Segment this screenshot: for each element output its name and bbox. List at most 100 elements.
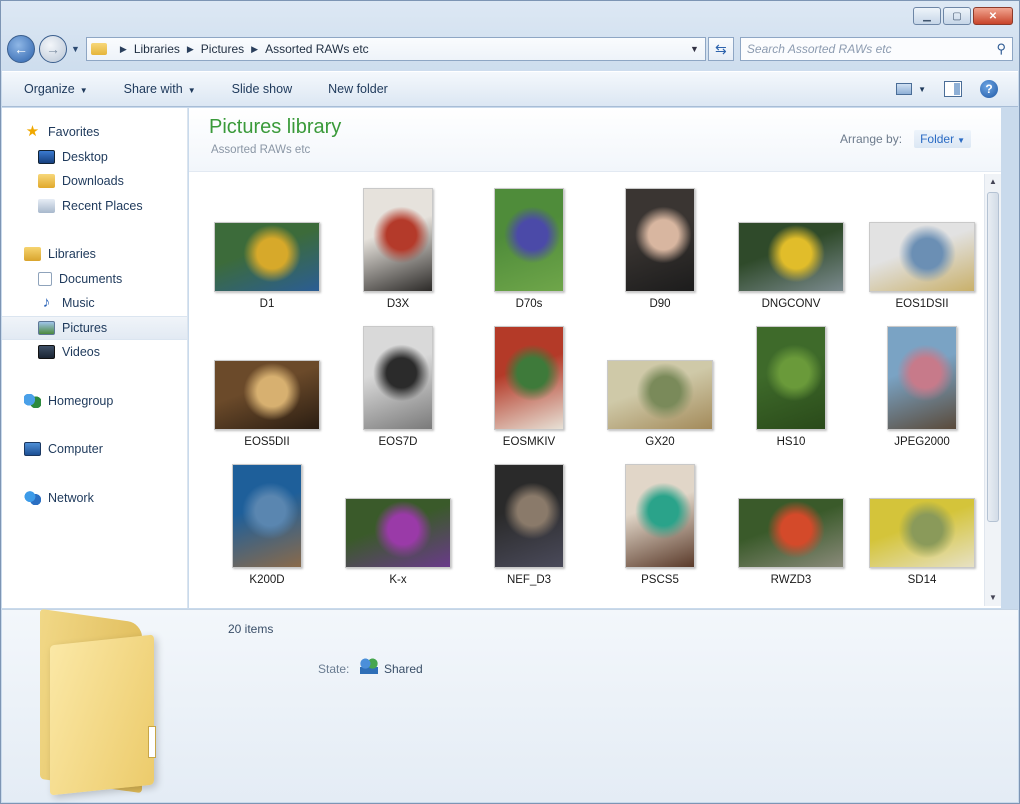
nav-recent-places[interactable]: Recent Places — [2, 194, 187, 219]
recent-pages-dropdown[interactable]: ▼ — [71, 44, 80, 54]
close-button[interactable]: ✕ — [973, 7, 1013, 25]
breadcrumb-libraries[interactable]: Libraries — [134, 42, 180, 56]
chevron-right-icon[interactable]: ▶ — [251, 44, 258, 55]
nav-pictures[interactable]: Pictures — [2, 315, 187, 340]
search-input[interactable]: Search Assorted RAWs etc ⚲ — [739, 37, 1013, 61]
refresh-button[interactable]: ⇆ — [707, 37, 734, 61]
thumbnail-label: EOS7D — [378, 436, 418, 448]
thumbnail-item[interactable]: JPEG2000 — [862, 318, 982, 448]
thumbnail-item[interactable]: D3X — [338, 180, 458, 310]
nav-desktop[interactable]: Desktop — [2, 145, 187, 170]
thumbnail-label: SD14 — [907, 574, 937, 586]
share-with-label: Share with — [123, 82, 183, 96]
nav-computer[interactable]: Computer — [2, 437, 187, 462]
thumbnail-label: D70s — [515, 298, 543, 310]
maximize-button[interactable]: ▢ — [943, 7, 971, 25]
thumbnail-item[interactable]: D1 — [207, 180, 327, 310]
chevron-down-icon: ▼ — [187, 86, 196, 95]
thumbnail-item[interactable]: K200D — [207, 456, 327, 586]
vertical-scrollbar[interactable]: ▲ ▼ — [984, 174, 1001, 606]
share-with-menu[interactable]: Share with ▼ — [124, 82, 196, 96]
preview-pane-icon[interactable] — [944, 81, 962, 97]
organize-label: Organize — [24, 82, 75, 96]
arrange-by-label: Arrange by: — [840, 132, 903, 146]
network-icon — [24, 490, 41, 505]
music-icon: ♪ — [42, 294, 51, 312]
thumbnail-label: EOS5DII — [244, 436, 290, 448]
arrange-by-dropdown[interactable]: Folder ▼ — [914, 130, 971, 148]
chevron-down-icon: ▼ — [957, 136, 965, 145]
arrange-by-value: Folder — [920, 132, 955, 146]
command-bar: Organize ▼ Share with ▼ Slide show New fol… — [2, 71, 1018, 107]
nav-label: Favorites — [48, 125, 100, 140]
thumbnail-item[interactable]: D90 — [600, 180, 720, 310]
thumbnail-label: HS10 — [776, 436, 806, 448]
thumbnail-item[interactable]: K-x — [338, 456, 458, 586]
nav-videos[interactable]: Videos — [2, 340, 187, 365]
thumbnail-item[interactable]: D70s — [469, 180, 589, 310]
minimize-button[interactable]: ▁ — [913, 7, 941, 25]
nav-label: Homegroup — [48, 393, 114, 408]
scrollbar-thumb[interactable] — [987, 192, 999, 522]
slide-show-button[interactable]: Slide show — [232, 82, 292, 96]
back-button[interactable]: ← — [7, 35, 35, 63]
help-icon[interactable]: ? — [980, 80, 998, 98]
state-value: Shared — [384, 662, 423, 676]
photo-thumbnail — [738, 498, 844, 568]
thumbnail-item[interactable]: EOS1DSII — [862, 180, 982, 310]
search-placeholder: Search Assorted RAWs etc — [746, 42, 892, 56]
details-pane: 20 items State: Shared — [2, 608, 1018, 802]
thumbnail-item[interactable]: PSCS5 — [600, 456, 720, 586]
library-title: Pictures library — [209, 116, 342, 138]
thumbnail-item[interactable]: EOS7D — [338, 318, 458, 448]
thumbnail-item[interactable] — [207, 594, 327, 606]
view-controls: ▼ ? — [896, 80, 1018, 98]
thumbnail-item[interactable]: GX20 — [600, 318, 720, 448]
nav-downloads[interactable]: Downloads — [2, 169, 187, 194]
thumbnail-item[interactable]: DNGCONV — [731, 180, 851, 310]
nav-label: Network — [48, 490, 94, 505]
photo-thumbnail — [625, 464, 695, 568]
thumbnail-label: D90 — [649, 298, 671, 310]
change-view-button[interactable]: ▼ — [896, 83, 926, 95]
thumbnail-label: NEF_D3 — [506, 574, 552, 586]
library-subtitle: Assorted RAWs etc — [211, 144, 311, 156]
search-icon[interactable]: ⚲ — [996, 41, 1006, 57]
thumbnail-item[interactable]: SD14 — [862, 456, 982, 586]
photo-thumbnail — [214, 360, 320, 430]
chevron-right-icon[interactable]: ▶ — [120, 44, 127, 55]
address-bar[interactable]: ▶ Libraries ▶ Pictures ▶ Assorted RAWs e… — [85, 37, 706, 61]
caption-buttons: ▁ ▢ ✕ — [913, 7, 1013, 25]
thumbnail-item[interactable]: EOSMKIV — [469, 318, 589, 448]
nav-network[interactable]: Network — [2, 486, 187, 511]
organize-menu[interactable]: Organize ▼ — [24, 82, 88, 96]
libraries-icon — [24, 247, 41, 262]
pictures-icon — [38, 320, 55, 335]
nav-music[interactable]: ♪ Music — [2, 291, 187, 316]
thumbnail-label: D1 — [259, 298, 275, 310]
nav-documents[interactable]: Documents — [2, 267, 187, 292]
thumbnail-item[interactable]: HS10 — [731, 318, 851, 448]
scroll-down-arrow[interactable]: ▼ — [985, 590, 1001, 606]
scroll-up-arrow[interactable]: ▲ — [985, 174, 1001, 190]
view-icon — [896, 83, 913, 95]
nav-homegroup[interactable]: Homegroup — [2, 389, 187, 414]
thumbnail-item[interactable]: EOS5DII — [207, 318, 327, 448]
thumbnail-label: PSCS5 — [641, 574, 679, 586]
address-history-dropdown[interactable]: ▼ — [690, 44, 705, 54]
nav-libraries[interactable]: Libraries — [2, 242, 187, 267]
nav-favorites[interactable]: ★ Favorites — [2, 120, 187, 145]
nav-label: Computer — [48, 442, 103, 457]
downloads-icon — [38, 174, 55, 189]
new-folder-button[interactable]: New folder — [328, 82, 388, 96]
breadcrumb-pictures[interactable]: Pictures — [201, 42, 244, 56]
chevron-right-icon[interactable]: ▶ — [187, 44, 194, 55]
library-header: Pictures library Assorted RAWs etc Arran… — [189, 108, 1001, 172]
thumbnail-item[interactable]: RWZD3 — [731, 456, 851, 586]
breadcrumb-current-folder[interactable]: Assorted RAWs etc — [265, 42, 369, 56]
forward-button[interactable]: → — [39, 35, 67, 63]
thumbnail-item[interactable]: NEF_D3 — [469, 456, 589, 586]
thumbnail-label: D3X — [386, 298, 410, 310]
